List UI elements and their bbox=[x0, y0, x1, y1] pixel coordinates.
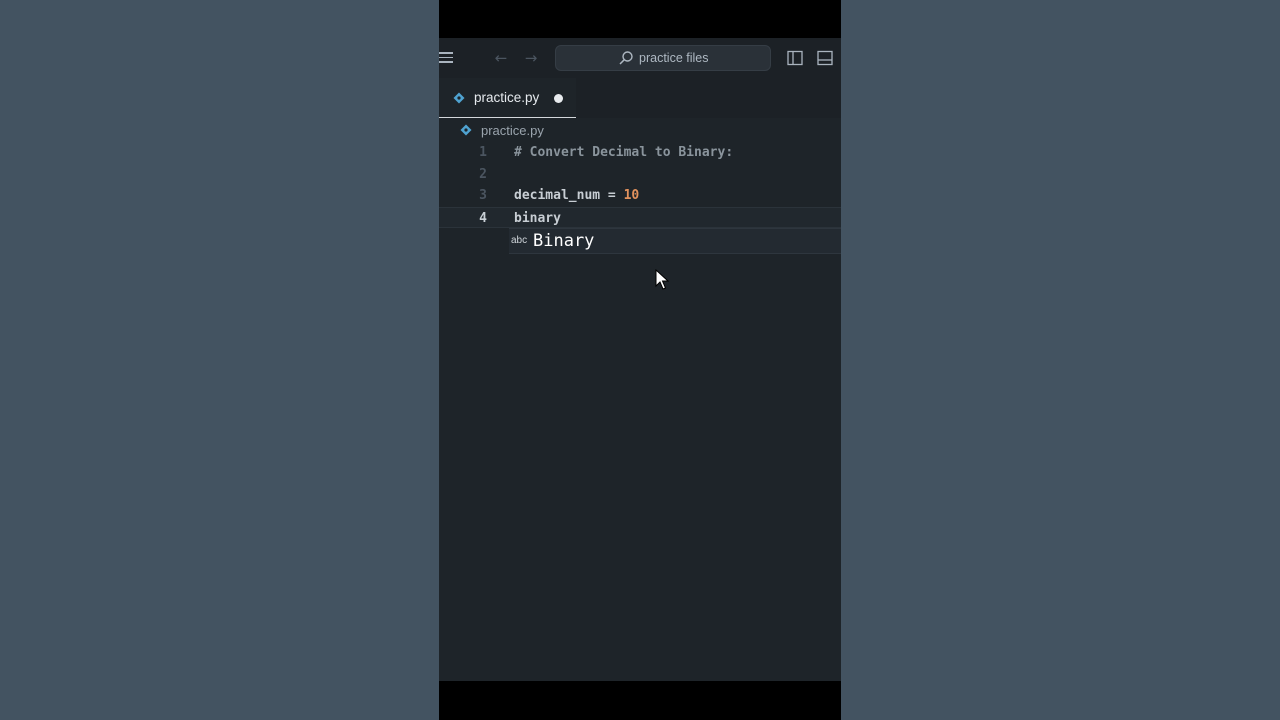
code-number-literal: 10 bbox=[623, 188, 640, 203]
code-line-current: 4 binary bbox=[439, 206, 841, 228]
back-arrow-icon[interactable]: ← bbox=[492, 48, 510, 68]
suggestion-label: Binary bbox=[533, 231, 595, 251]
code-line: 1 # Convert Decimal to Binary: bbox=[439, 142, 841, 164]
line-number: 4 bbox=[479, 210, 487, 226]
autocomplete-suggestion[interactable]: abc Binary bbox=[509, 228, 841, 254]
toggle-panel-icon[interactable] bbox=[817, 50, 833, 66]
abc-icon: abc bbox=[511, 235, 528, 246]
code-line: 3 decimal_num = 10 bbox=[439, 185, 841, 207]
mouse-pointer-icon bbox=[655, 269, 669, 290]
code-comment: # Convert Decimal to Binary: bbox=[514, 145, 734, 160]
line-number: 3 bbox=[479, 188, 487, 203]
tab-label: practice.py bbox=[474, 90, 540, 105]
code-identifier: decimal_num bbox=[514, 188, 601, 203]
command-center-search[interactable]: practice files bbox=[555, 45, 771, 71]
line-number: 2 bbox=[479, 166, 487, 182]
python-icon bbox=[453, 92, 465, 104]
unsaved-changes-dot[interactable] bbox=[554, 94, 563, 103]
code-line: 2 bbox=[439, 164, 841, 186]
breadcrumb-file[interactable]: practice.py bbox=[481, 118, 544, 143]
tab-bar: practice.py bbox=[439, 78, 841, 118]
toggle-sidebar-icon[interactable] bbox=[787, 50, 803, 66]
line-number: 1 bbox=[479, 145, 487, 160]
menu-icon[interactable] bbox=[439, 52, 453, 64]
code-operator: = bbox=[600, 188, 624, 203]
video-frame: ← → practice files practice.py practice.… bbox=[439, 0, 841, 720]
python-icon bbox=[460, 124, 472, 136]
search-icon bbox=[619, 51, 633, 65]
code-area[interactable]: 1 # Convert Decimal to Binary: 2 3 decim… bbox=[439, 142, 841, 228]
code-editor-window: ← → practice files practice.py practice.… bbox=[439, 38, 841, 681]
search-label: practice files bbox=[639, 51, 709, 65]
code-statement: decimal_num = 10 bbox=[514, 185, 639, 207]
code-typed-text: binary bbox=[514, 210, 561, 226]
breadcrumb: practice.py bbox=[439, 118, 841, 142]
tab-practice-py[interactable]: practice.py bbox=[439, 78, 576, 118]
forward-arrow-icon[interactable]: → bbox=[522, 48, 540, 68]
title-bar: ← → practice files bbox=[439, 38, 841, 78]
